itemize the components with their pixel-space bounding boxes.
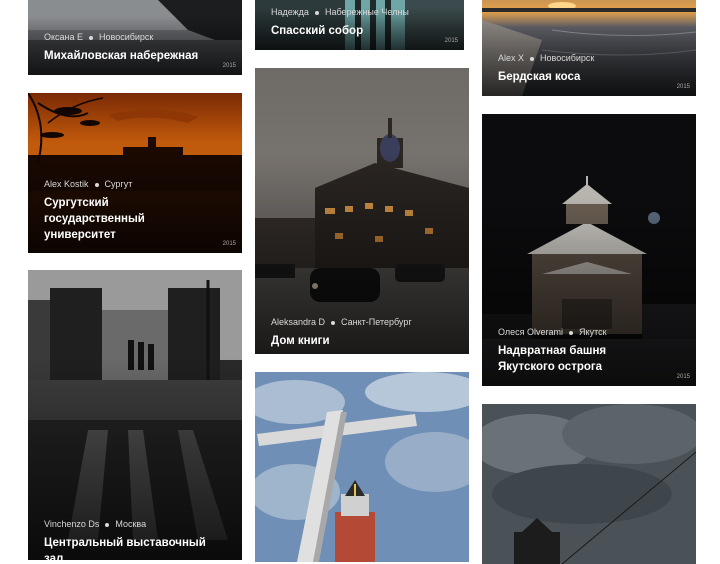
separator-dot-icon: [314, 10, 319, 15]
photo-card[interactable]: Alex Kostik Сургут Сургутский государств…: [28, 93, 242, 253]
photo-year: 2015: [676, 374, 690, 380]
photo-title[interactable]: Михайловская набережная: [44, 48, 212, 64]
city-name[interactable]: Сургут: [105, 179, 133, 190]
photo-title[interactable]: Спасский собор: [271, 23, 434, 39]
photo-title[interactable]: Дом книги: [271, 333, 439, 349]
city-name[interactable]: Набережные Челны: [325, 7, 409, 18]
city-name[interactable]: Санкт-Петербург: [341, 317, 412, 328]
photo-card[interactable]: [482, 404, 696, 564]
separator-dot-icon: [331, 320, 336, 325]
photo-card[interactable]: [255, 372, 469, 562]
photo-info: Олеся Olverami Якутск Надвратная башня Я…: [498, 327, 666, 375]
author-name[interactable]: Alex Kostik: [44, 179, 89, 190]
author-name[interactable]: Alex X: [498, 53, 524, 64]
photo-meta: Надежда Набережные Челны: [271, 7, 434, 18]
separator-dot-icon: [530, 56, 535, 61]
photo-card[interactable]: Vinchenzo Ds Москва Центральный выставоч…: [28, 270, 242, 560]
photo-year: 2015: [222, 241, 236, 247]
author-name[interactable]: Aleksandra D: [271, 317, 325, 328]
photo-meta: Alex Kostik Сургут: [44, 179, 212, 190]
photo-year: 2015: [222, 63, 236, 69]
photo-card[interactable]: Aleksandra D Санкт-Петербург Дом книги: [255, 68, 469, 354]
author-name[interactable]: Оксана Е: [44, 32, 83, 43]
city-name[interactable]: Новосибирск: [99, 32, 153, 43]
photo-title[interactable]: Надвратная башня Якутского острога: [498, 343, 666, 375]
separator-dot-icon: [94, 182, 99, 187]
separator-dot-icon: [89, 35, 94, 40]
photo-image: [255, 372, 469, 562]
separator-dot-icon: [105, 522, 110, 527]
photo-title[interactable]: Сургутский государственный университет: [44, 195, 212, 243]
photo-card[interactable]: Надежда Набережные Челны Спасский собор …: [255, 0, 464, 50]
photo-meta: Alex X Новосибирск: [498, 53, 666, 64]
photo-year: 2015: [676, 84, 690, 90]
photo-info: Alex Kostik Сургут Сургутский государств…: [44, 179, 212, 243]
city-name[interactable]: Якутск: [579, 327, 607, 338]
photo-meta: Aleksandra D Санкт-Петербург: [271, 317, 439, 328]
city-name[interactable]: Москва: [115, 519, 146, 530]
separator-dot-icon: [569, 330, 574, 335]
author-name[interactable]: Надежда: [271, 7, 309, 18]
author-name[interactable]: Vinchenzo Ds: [44, 519, 99, 530]
photo-meta: Оксана Е Новосибирск: [44, 32, 212, 43]
author-name[interactable]: Олеся Olverami: [498, 327, 563, 338]
photo-info: Vinchenzo Ds Москва Центральный выставоч…: [44, 519, 212, 560]
photo-image: [482, 404, 696, 564]
photo-info: Alex X Новосибирск Бердская коса: [498, 53, 666, 85]
photo-meta: Олеся Olverami Якутск: [498, 327, 666, 338]
photo-card[interactable]: Оксана Е Новосибирск Михайловская набере…: [28, 0, 242, 75]
photo-card[interactable]: Олеся Olverami Якутск Надвратная башня Я…: [482, 114, 696, 386]
photo-meta: Vinchenzo Ds Москва: [44, 519, 212, 530]
city-name[interactable]: Новосибирск: [540, 53, 594, 64]
photo-year: 2015: [444, 38, 458, 44]
photo-title[interactable]: Центральный выставочный зал: [44, 535, 212, 560]
photo-title[interactable]: Бердская коса: [498, 69, 666, 85]
photo-info: Оксана Е Новосибирск Михайловская набере…: [44, 32, 212, 64]
photo-info: Надежда Набережные Челны Спасский собор: [271, 7, 434, 39]
photo-card[interactable]: Alex X Новосибирск Бердская коса 2015: [482, 0, 696, 96]
photo-info: Aleksandra D Санкт-Петербург Дом книги: [271, 317, 439, 349]
